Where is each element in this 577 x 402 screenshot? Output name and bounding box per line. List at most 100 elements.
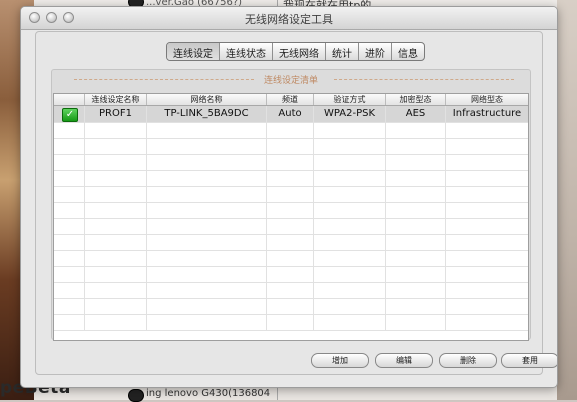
column-header-auth[interactable]: 验证方式	[314, 94, 386, 105]
empty-cell	[446, 234, 528, 250]
wireless-utility-window: 无线网络设定工具 连线设定 连线状态 无线网络 统计 进阶 信息 连线设定清单 …	[20, 6, 558, 388]
empty-cell	[314, 234, 386, 250]
delete-button[interactable]: 删除	[439, 353, 497, 368]
empty-cell	[386, 186, 446, 202]
qq-penguin-icon	[128, 389, 144, 402]
empty-cell	[147, 202, 267, 218]
empty-cell	[85, 266, 147, 282]
empty-cell	[54, 234, 85, 250]
empty-cell	[147, 186, 267, 202]
empty-cell	[446, 186, 528, 202]
column-header-profile[interactable]: 连线设定名称	[85, 94, 147, 105]
empty-cell	[54, 250, 85, 266]
empty-cell	[446, 250, 528, 266]
empty-table-row	[54, 234, 528, 251]
desktop-background-right	[557, 0, 577, 400]
empty-cell	[147, 154, 267, 170]
encryption-cell: AES	[386, 106, 446, 122]
empty-cell	[54, 186, 85, 202]
channel-cell: Auto	[267, 106, 314, 122]
empty-cell	[314, 122, 386, 138]
empty-cell	[314, 282, 386, 298]
empty-table-row	[54, 282, 528, 299]
add-button[interactable]: 增加	[311, 353, 369, 368]
empty-cell	[446, 138, 528, 154]
empty-cell	[147, 314, 267, 330]
empty-cell	[267, 186, 314, 202]
empty-cell	[85, 218, 147, 234]
column-header-encryption[interactable]: 加密型态	[386, 94, 446, 105]
panel-legend: 连线设定清单	[58, 73, 524, 86]
empty-cell	[386, 266, 446, 282]
window-titlebar[interactable]: 无线网络设定工具	[21, 7, 557, 30]
empty-table-row	[54, 138, 528, 155]
empty-cell	[54, 138, 85, 154]
empty-cell	[147, 218, 267, 234]
empty-cell	[314, 170, 386, 186]
empty-cell	[446, 266, 528, 282]
column-header-ssid[interactable]: 网络名称	[147, 94, 267, 105]
column-header-channel[interactable]: 频道	[267, 94, 314, 105]
empty-cell	[85, 138, 147, 154]
empty-cell	[54, 202, 85, 218]
apply-button[interactable]: 套用	[501, 353, 557, 368]
empty-cell	[147, 250, 267, 266]
empty-cell	[446, 282, 528, 298]
empty-cell	[386, 170, 446, 186]
active-check-icon: ✓	[62, 108, 78, 122]
empty-table-row	[54, 170, 528, 187]
empty-cell	[267, 218, 314, 234]
empty-cell	[446, 218, 528, 234]
table-row[interactable]: ✓ PROF1 TP-LINK_5BA9DC Auto WPA2-PSK AES…	[54, 106, 528, 123]
empty-cell	[267, 202, 314, 218]
tab-statistics[interactable]: 统计	[326, 43, 359, 60]
legend-divider	[334, 79, 514, 80]
profile-table: 连线设定名称 网络名称 频道 验证方式 加密型态 网络型态 ✓ PROF1 TP…	[53, 93, 529, 341]
empty-cell	[85, 122, 147, 138]
empty-cell	[54, 266, 85, 282]
empty-cell	[446, 154, 528, 170]
empty-cell	[386, 282, 446, 298]
empty-cell	[147, 170, 267, 186]
empty-cell	[147, 122, 267, 138]
empty-cell	[267, 154, 314, 170]
tab-about[interactable]: 信息	[392, 43, 424, 60]
empty-cell	[386, 202, 446, 218]
edit-button[interactable]: 编辑	[375, 353, 433, 368]
empty-cell	[54, 298, 85, 314]
profile-name-cell: PROF1	[85, 106, 147, 122]
window-title: 无线网络设定工具	[245, 13, 333, 26]
empty-table-row	[54, 186, 528, 203]
column-header-network-type[interactable]: 网络型态	[446, 94, 528, 105]
auth-cell: WPA2-PSK	[314, 106, 386, 122]
empty-cell	[85, 202, 147, 218]
empty-table-row	[54, 122, 528, 139]
tab-site-survey[interactable]: 无线网络	[273, 43, 326, 60]
empty-cell	[85, 298, 147, 314]
tab-profile[interactable]: 连线设定	[167, 43, 220, 60]
empty-cell	[267, 170, 314, 186]
empty-cell	[386, 218, 446, 234]
background-chat-window-bottom	[34, 386, 557, 400]
empty-cell	[446, 202, 528, 218]
empty-table-row	[54, 298, 528, 315]
empty-cell	[54, 282, 85, 298]
tab-advanced[interactable]: 进阶	[359, 43, 392, 60]
empty-cell	[54, 122, 85, 138]
empty-cell	[267, 250, 314, 266]
empty-cell	[267, 298, 314, 314]
empty-cell	[386, 122, 446, 138]
empty-cell	[314, 202, 386, 218]
empty-cell	[85, 250, 147, 266]
column-header-status	[54, 94, 85, 105]
empty-cell	[147, 282, 267, 298]
empty-cell	[54, 314, 85, 330]
empty-cell	[314, 218, 386, 234]
tab-link-status[interactable]: 连线状态	[220, 43, 273, 60]
empty-cell	[147, 138, 267, 154]
empty-cell	[267, 314, 314, 330]
empty-cell	[85, 282, 147, 298]
empty-cell	[54, 154, 85, 170]
empty-cell	[314, 138, 386, 154]
empty-cell	[267, 122, 314, 138]
